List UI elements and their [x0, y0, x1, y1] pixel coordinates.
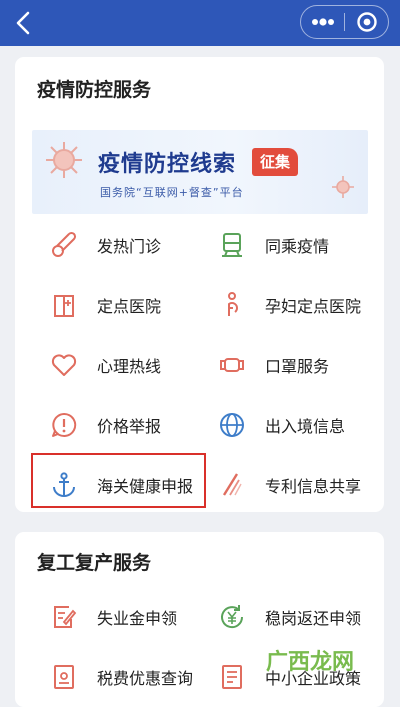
more-button[interactable] — [301, 6, 344, 38]
mask-icon — [220, 358, 244, 372]
service-label: 同乘疫情 — [265, 237, 330, 256]
service-label: 出入境信息 — [265, 417, 346, 436]
service-label: 心理热线 — [97, 357, 162, 376]
hospital-icon — [54, 295, 74, 317]
service-label: 稳岗返还申领 — [265, 609, 362, 628]
service-entry-exit[interactable]: 出入境信息 — [203, 403, 373, 447]
form-edit-icon — [54, 606, 77, 628]
target-close-icon — [356, 12, 377, 32]
service-mask[interactable]: 口罩服务 — [203, 343, 373, 387]
service-label: 价格举报 — [97, 417, 162, 436]
service-maternity-hospital[interactable]: 孕妇定点医院 — [203, 283, 373, 327]
chevron-left-icon — [16, 11, 30, 35]
service-label: 专利信息共享 — [265, 477, 362, 496]
heart-icon — [51, 354, 77, 376]
service-label: 口罩服务 — [265, 357, 330, 376]
highlight-annotation — [31, 453, 206, 508]
thermometer-icon — [52, 231, 77, 257]
service-fever-clinic[interactable]: 发热门诊 — [35, 223, 205, 267]
exclamation-icon — [52, 412, 77, 437]
service-label: 发热门诊 — [97, 237, 162, 256]
pregnant-icon — [228, 292, 238, 316]
close-program-button[interactable] — [345, 6, 388, 38]
yuan-refresh-icon — [221, 605, 244, 629]
service-label: 失业金申领 — [97, 609, 178, 628]
tax-doc-icon — [54, 665, 74, 689]
section-title: 疫情防控服务 — [37, 79, 152, 101]
globe-icon — [220, 413, 244, 437]
patent-icon — [222, 473, 242, 496]
back-button[interactable] — [10, 9, 38, 37]
site-watermark: 广西龙网 — [266, 650, 355, 675]
service-psych-hotline[interactable]: 心理热线 — [35, 343, 205, 387]
resume-work-card: 复工复产服务 失业金申领 稳岗返还申领 税费优惠查询 中小企业政策 — [15, 532, 384, 707]
service-designated-hospital[interactable]: 定点医院 — [35, 283, 205, 327]
mini-program-capsule — [300, 5, 389, 39]
top-nav-bar — [0, 0, 400, 46]
service-job-stability-refund[interactable]: 稳岗返还申领 — [203, 595, 373, 639]
service-same-vehicle[interactable]: 同乘疫情 — [203, 223, 373, 267]
banner-title: 疫情防控线索 — [98, 152, 237, 177]
epidemic-services-card: 疫情防控服务 疫情防控线索 征集 国务院“互联网+督查”平台 发热门诊 同乘疫情… — [15, 57, 384, 512]
virus-decoration-small-icon — [332, 176, 354, 198]
more-dots-icon — [311, 18, 334, 26]
service-label: 孕妇定点医院 — [265, 297, 362, 316]
banner-subtitle: 国务院“互联网+督查”平台 — [100, 186, 244, 199]
section-title: 复工复产服务 — [37, 552, 152, 574]
service-unemployment-benefit[interactable]: 失业金申领 — [35, 595, 205, 639]
service-price-report[interactable]: 价格举报 — [35, 403, 205, 447]
virus-decoration-icon — [46, 142, 82, 178]
clue-collection-banner[interactable]: 疫情防控线索 征集 国务院“互联网+督查”平台 — [32, 130, 368, 214]
service-label: 税费优惠查询 — [97, 669, 194, 688]
service-tax-benefit[interactable]: 税费优惠查询 — [35, 655, 205, 699]
service-patent-info[interactable]: 专利信息共享 — [203, 463, 373, 507]
train-icon — [222, 233, 242, 257]
banner-badge: 征集 — [252, 148, 299, 176]
policy-doc-icon — [222, 665, 242, 689]
service-label: 定点医院 — [97, 297, 162, 316]
